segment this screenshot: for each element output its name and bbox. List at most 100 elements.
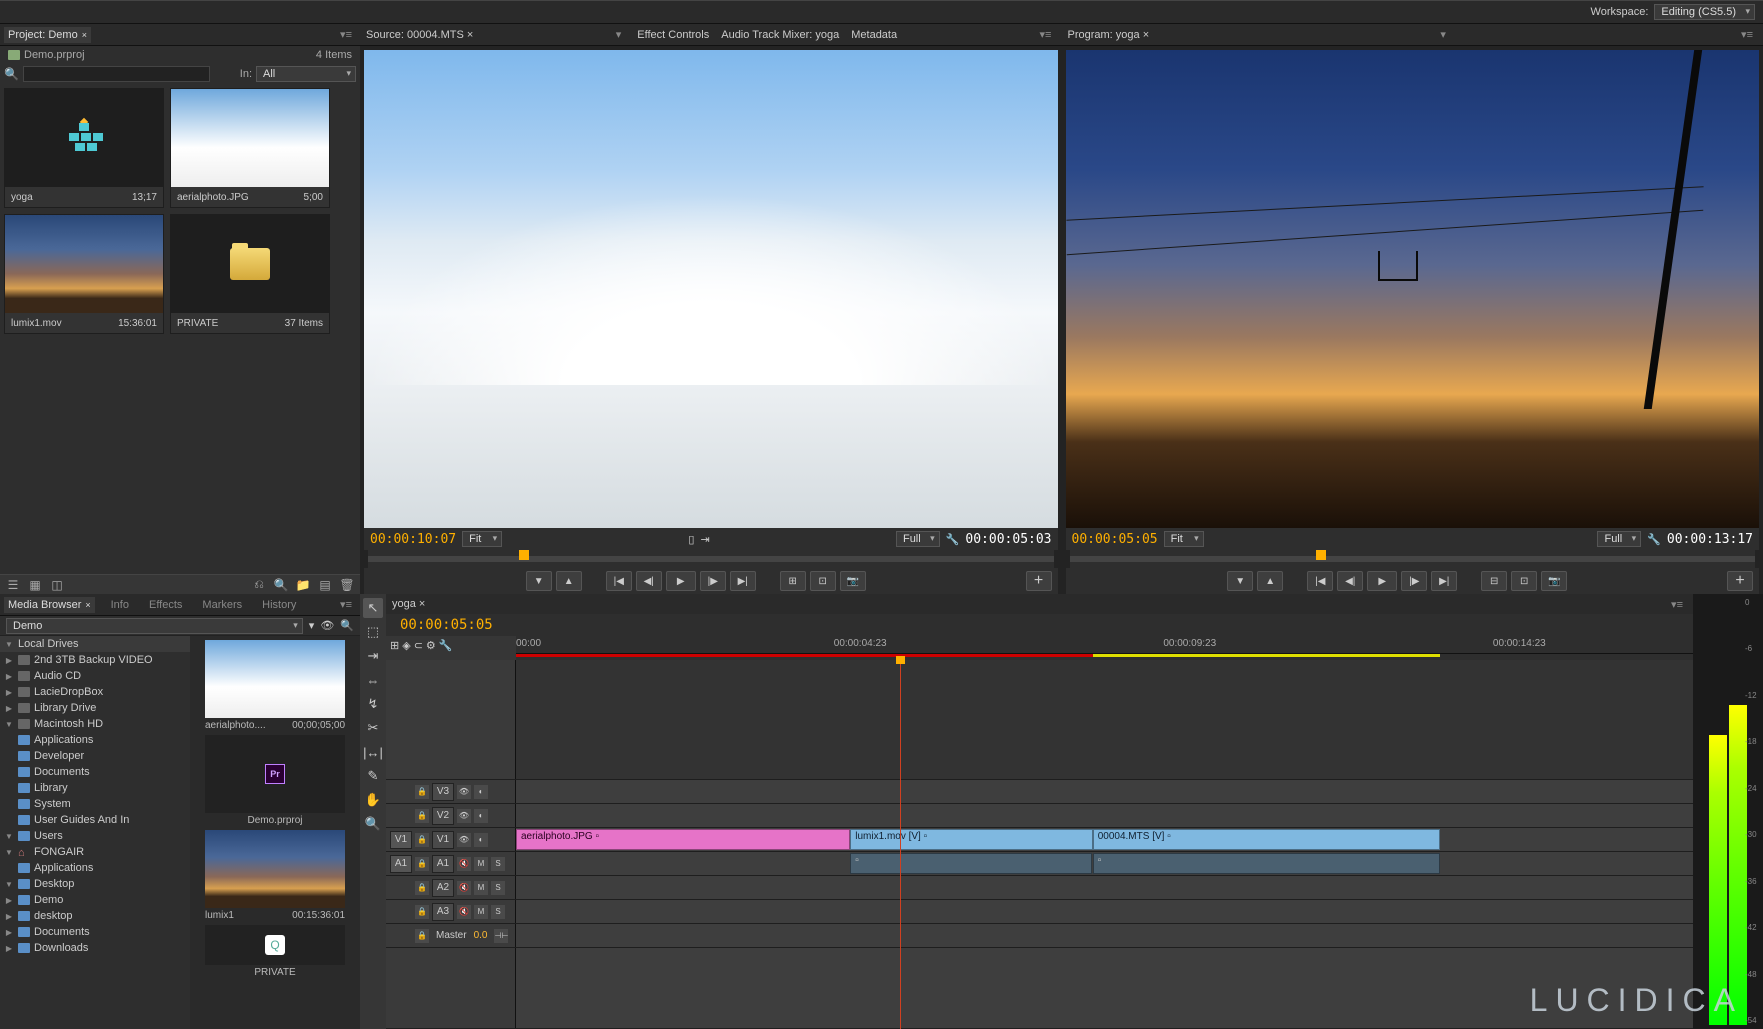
program-timecode-in[interactable]: 00:00:05:05	[1072, 532, 1158, 547]
track-v3[interactable]	[516, 780, 1693, 803]
tree-node[interactable]: ▶LacieDropBox	[0, 684, 190, 700]
media-browser-tab[interactable]: Media Browser×	[4, 597, 95, 613]
source-tab[interactable]: Source: 00004.MTS ×	[366, 29, 473, 41]
list-view-icon[interactable]: ☰	[6, 578, 20, 592]
settings-icon[interactable]: 🔧	[946, 533, 960, 546]
link-button[interactable]: ⊂	[414, 639, 423, 652]
full-dropdown[interactable]: Full	[1597, 531, 1641, 547]
step-back-button[interactable]: ◀|	[636, 571, 662, 591]
insert-button[interactable]: ⊞	[780, 571, 806, 591]
new-bin-icon[interactable]: 📁	[296, 578, 310, 592]
add-button[interactable]: +	[1026, 571, 1052, 591]
new-item-icon[interactable]: ▤	[318, 578, 332, 592]
mark-out-button[interactable]: ▲	[556, 571, 582, 591]
chevron-down-icon[interactable]: ▾	[1436, 28, 1450, 41]
bin-item[interactable]: yoga13;17	[4, 88, 164, 208]
panel-menu-icon[interactable]: ▾≡	[1667, 598, 1687, 611]
track-a2[interactable]	[516, 876, 1693, 899]
filter-icon[interactable]: ▾	[309, 619, 315, 632]
rolling-tool[interactable]: ⇔	[363, 670, 383, 690]
lock-icon[interactable]: 🔒	[415, 833, 429, 847]
source-scrubber[interactable]	[368, 550, 1054, 568]
export-frame-button[interactable]: 📷	[1541, 571, 1567, 591]
timeline-timecode[interactable]: 00:00:05:05	[400, 617, 493, 633]
bin-item[interactable]: PRIVATE37 Items	[170, 214, 330, 334]
goto-out-button[interactable]: ▶|	[1431, 571, 1457, 591]
search-icon[interactable]: 🔍	[340, 619, 354, 632]
tree-node[interactable]: ▼⌂FONGAIR	[0, 844, 190, 860]
workspace-dropdown[interactable]: Editing (CS5.5)	[1654, 4, 1755, 20]
bin-item[interactable]: lumix1.mov15:36:01	[4, 214, 164, 334]
lock-icon[interactable]: 🔒	[415, 929, 429, 943]
zoom-tool[interactable]: 🔍	[363, 814, 383, 834]
slip-tool[interactable]: |↔|	[363, 742, 383, 762]
sync-icon[interactable]: ◐	[474, 809, 488, 823]
tree-node[interactable]: Developer	[0, 748, 190, 764]
search-icon[interactable]: 🔍	[4, 67, 19, 81]
media-thumb[interactable]: lumix100:15:36:01	[194, 830, 356, 921]
tree-node[interactable]: Library	[0, 780, 190, 796]
media-thumb[interactable]: Pr Demo.prproj	[194, 735, 356, 826]
tree-node[interactable]: ▶2nd 3TB Backup VIDEO	[0, 652, 190, 668]
selection-tool[interactable]: ↖	[363, 598, 383, 618]
extract-button[interactable]: ⊡	[1511, 571, 1537, 591]
program-tab[interactable]: Program: yoga ×	[1068, 29, 1150, 41]
project-tab[interactable]: Project: Demo×	[4, 27, 91, 43]
track-select-tool[interactable]: ⬚	[363, 622, 383, 642]
tree-node[interactable]: ▼Macintosh HD	[0, 716, 190, 732]
metadata-tab[interactable]: Metadata	[851, 29, 897, 41]
sync-icon[interactable]: ◐	[474, 833, 488, 847]
step-fwd-button[interactable]: |▶	[700, 571, 726, 591]
lock-icon[interactable]: 🔒	[415, 881, 429, 895]
tree-node[interactable]: ▼Desktop	[0, 876, 190, 892]
goto-out-button[interactable]: ▶|	[730, 571, 756, 591]
in-dropdown[interactable]: All	[256, 66, 356, 82]
source-timecode-dur[interactable]: 00:00:05:03	[965, 532, 1051, 547]
lock-icon[interactable]: 🔒	[415, 785, 429, 799]
tree-node[interactable]: ▼Users	[0, 828, 190, 844]
media-thumbs[interactable]: aerialphoto....00;00;05;00 Pr Demo.prpro…	[190, 636, 360, 1029]
tree-node[interactable]: Applications	[0, 732, 190, 748]
clip[interactable]: lumix1.mov [V] ▫	[850, 829, 1092, 850]
fit-dropdown[interactable]: Fit	[462, 531, 502, 547]
settings-button[interactable]: ⚙	[426, 639, 436, 652]
track-a1[interactable]: ▫ ▫	[516, 852, 1693, 875]
track-v1[interactable]: aerialphoto.JPG ▫ lumix1.mov [V] ▫ 00004…	[516, 828, 1693, 851]
audio-clip[interactable]: ▫	[850, 853, 1091, 874]
source-timecode-in[interactable]: 00:00:10:07	[370, 532, 456, 547]
bin-item[interactable]: aerialphoto.JPG5;00	[170, 88, 330, 208]
tree-node[interactable]: System	[0, 796, 190, 812]
add-button[interactable]: +	[1727, 571, 1753, 591]
automate-icon[interactable]: ⎌	[252, 578, 266, 592]
tree-node[interactable]: Documents	[0, 764, 190, 780]
project-search-input[interactable]	[23, 66, 210, 82]
audio-mixer-tab[interactable]: Audio Track Mixer: yoga	[721, 29, 839, 41]
sync-icon[interactable]: ◐	[474, 785, 488, 799]
delete-icon[interactable]: 🗑	[340, 578, 354, 592]
audio-clip[interactable]: ▫	[1093, 853, 1440, 874]
timeline-ruler[interactable]: 00:00 00:00:04:23 00:00:09:23 00:00:14:2…	[516, 636, 1693, 654]
razor-tool[interactable]: ✂	[363, 718, 383, 738]
program-timecode-dur[interactable]: 00:00:13:17	[1667, 532, 1753, 547]
effect-controls-tab[interactable]: Effect Controls	[637, 29, 709, 41]
clip[interactable]: aerialphoto.JPG ▫	[516, 829, 850, 850]
find-icon[interactable]: 🔍	[274, 578, 288, 592]
program-scrubber[interactable]	[1070, 550, 1756, 568]
chevron-down-icon[interactable]: ▾	[612, 28, 626, 41]
track-master[interactable]	[516, 924, 1693, 947]
play-button[interactable]: ▶	[1367, 571, 1397, 591]
panel-menu-icon[interactable]: ▾≡	[336, 28, 356, 41]
tree-node[interactable]: ▶Library Drive	[0, 700, 190, 716]
marker-icon[interactable]: ▯	[688, 533, 694, 546]
insert-icon[interactable]: ⇥	[700, 533, 709, 546]
marker-button[interactable]: ◈	[402, 639, 410, 652]
media-thumb[interactable]: Q PRIVATE	[194, 925, 356, 978]
playhead[interactable]	[900, 660, 901, 1029]
goto-in-button[interactable]: |◀	[1307, 571, 1333, 591]
media-thumb[interactable]: aerialphoto....00;00;05;00	[194, 640, 356, 731]
lock-icon[interactable]: 🔒	[415, 809, 429, 823]
mark-in-button[interactable]: ▼	[526, 571, 552, 591]
hand-tool[interactable]: ✋	[363, 790, 383, 810]
eye-icon[interactable]: 👁	[457, 785, 471, 799]
ingest-icon[interactable]: 👁	[320, 619, 334, 632]
